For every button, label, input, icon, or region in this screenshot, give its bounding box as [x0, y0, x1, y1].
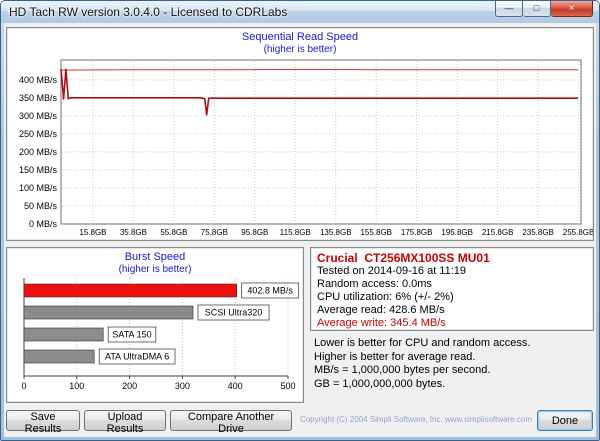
close-button[interactable]: ×: [551, 1, 593, 17]
window-controls: — □ ×: [495, 1, 593, 17]
svg-text:400: 400: [228, 381, 243, 391]
burst-speed-chart: 0 100 200 300 400 500 402.8 MB/s SCSI Ultra320 S…: [21, 278, 300, 391]
cpu-utilization-line: CPU utilization: 6% (+/- 2%): [317, 291, 454, 303]
svg-text:95.8GB: 95.8GB: [241, 228, 268, 237]
note-line: Higher is better for average read.: [314, 350, 476, 363]
svg-text:SATA 150: SATA 150: [112, 330, 151, 340]
svg-text:75.8GB: 75.8GB: [201, 228, 228, 237]
content-area: Sequential Read Speed (higher is better)…: [4, 23, 596, 437]
svg-text:35.8GB: 35.8GB: [120, 228, 147, 237]
read-chart-title: Sequential Read Speed: [241, 31, 359, 43]
svg-text:100: 100: [69, 381, 84, 391]
upload-results-button[interactable]: Upload Results: [84, 410, 166, 435]
average-write-line: Average write: 345.4 MB/s: [317, 317, 446, 329]
window-title: HD Tach RW version 3.0.4.0 - Licensed to…: [9, 5, 288, 19]
tested-on-line: Tested on 2014-09-16 at 11:19: [317, 265, 467, 277]
copyright-text: Copyright (C) 2004 Simpli Software, Inc.…: [299, 415, 533, 424]
save-results-button[interactable]: Save Results: [6, 410, 80, 435]
svg-text:400 MB/s: 400 MB/s: [19, 75, 58, 85]
sequential-read-panel: Sequential Read Speed (higher is better)…: [6, 27, 594, 241]
svg-text:50 MB/s: 50 MB/s: [24, 201, 58, 211]
svg-text:235.8GB: 235.8GB: [522, 228, 554, 237]
svg-text:500: 500: [280, 381, 295, 391]
burst-chart-subtitle: (higher is better): [118, 264, 192, 275]
svg-text:100 MB/s: 100 MB/s: [19, 183, 58, 193]
svg-text:150 MB/s: 150 MB/s: [19, 165, 58, 175]
svg-text:SCSI Ultra320: SCSI Ultra320: [205, 308, 263, 318]
svg-text:0: 0: [21, 381, 26, 391]
close-icon: ×: [568, 2, 575, 14]
svg-text:300 MB/s: 300 MB/s: [19, 111, 58, 121]
maximize-icon: □: [533, 3, 540, 13]
note-line: MB/s = 1,000,000 bytes per second.: [314, 364, 491, 376]
minimize-button[interactable]: —: [495, 1, 523, 17]
done-button[interactable]: Done: [537, 410, 593, 431]
read-chart-subtitle: (higher is better): [263, 44, 337, 55]
svg-text:200 MB/s: 200 MB/s: [19, 147, 58, 157]
svg-text:ATA UltraDMA 6: ATA UltraDMA 6: [105, 352, 169, 362]
burst-speed-panel: Burst Speed (higher is better) 0 100 200 30…: [6, 247, 304, 403]
note-line: Lower is better for CPU and random acces…: [314, 337, 531, 349]
note-line: GB = 1,000,000,000 bytes.: [314, 377, 446, 390]
svg-text:215.8GB: 215.8GB: [482, 228, 514, 237]
titlebar[interactable]: HD Tach RW version 3.0.4.0 - Licensed to…: [1, 1, 599, 23]
svg-text:255.8GB: 255.8GB: [563, 228, 593, 237]
svg-text:200: 200: [122, 381, 137, 391]
svg-text:195.8GB: 195.8GB: [441, 228, 473, 237]
svg-text:250 MB/s: 250 MB/s: [19, 129, 58, 139]
drive-info-panel: Crucial CT256MX100SS MU01 Tested on 2014…: [310, 247, 594, 331]
random-access-line: Random access: 0.0ms: [317, 278, 432, 290]
svg-text:402.8 MB/s: 402.8 MB/s: [247, 286, 293, 296]
svg-text:0 MB/s: 0 MB/s: [29, 219, 58, 229]
average-read-line: Average read: 428.6 MB/s: [317, 304, 445, 316]
svg-text:135.8GB: 135.8GB: [320, 228, 352, 237]
svg-text:55.8GB: 55.8GB: [160, 228, 187, 237]
svg-text:15.8GB: 15.8GB: [79, 228, 106, 237]
svg-text:175.8GB: 175.8GB: [401, 228, 433, 237]
svg-text:115.8GB: 115.8GB: [280, 228, 311, 237]
burst-chart-title: Burst Speed: [124, 251, 186, 263]
drive-name: Crucial CT256MX100SS MU01: [317, 251, 490, 265]
svg-text:155.8GB: 155.8GB: [360, 228, 392, 237]
notes: Lower is better for CPU and random acces…: [314, 337, 596, 391]
svg-text:350 MB/s: 350 MB/s: [19, 93, 58, 103]
minimize-icon: —: [504, 3, 514, 13]
app-window: HD Tach RW version 3.0.4.0 - Licensed to…: [0, 0, 600, 441]
svg-text:300: 300: [175, 381, 190, 391]
maximize-button[interactable]: □: [523, 1, 551, 17]
sequential-read-chart: 15.8GB 35.8GB 55.8GB 75.8GB 95.8GB 115.8GB 135…: [19, 59, 593, 237]
compare-another-drive-button[interactable]: Compare Another Drive: [170, 410, 292, 435]
